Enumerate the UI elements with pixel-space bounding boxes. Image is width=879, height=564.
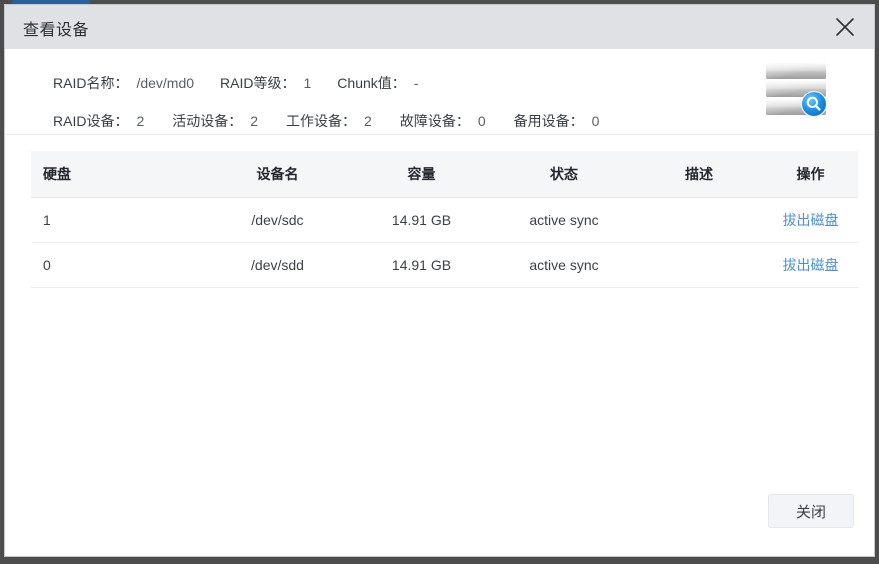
column-header-capacity[interactable]: 容量 — [350, 151, 493, 198]
info-active-devices-label: 活动设备： — [172, 111, 242, 131]
dialog-title: 查看设备 — [23, 16, 89, 40]
pull-disk-link[interactable]: 拔出磁盘 — [783, 257, 839, 273]
info-raid-level: RAID等级： 1 — [220, 73, 311, 93]
column-header-action[interactable]: 操作 — [763, 151, 858, 198]
info-working-devices: 工作设备： 2 — [286, 111, 372, 131]
cell-capacity: 14.91 GB — [350, 198, 493, 243]
info-chunk-size-label: Chunk值： — [337, 73, 405, 93]
cell-action: 拔出磁盘 — [763, 243, 858, 288]
info-failed-devices-label: 故障设备： — [400, 111, 470, 131]
close-dialog-button[interactable]: 关闭 — [768, 494, 854, 528]
info-raid-name-value: /dev/md0 — [136, 75, 194, 91]
info-chunk-size: Chunk值： - — [337, 73, 418, 93]
raid-info-row-counts: RAID设备： 2 活动设备： 2 工作设备： 2 故障设备： 0 备用设备： — [53, 111, 599, 131]
device-table-head: 硬盘 设备名 容量 状态 描述 操作 — [31, 151, 858, 198]
disk-stack-search-icon — [764, 62, 832, 122]
info-spare-devices-label: 备用设备： — [514, 111, 584, 131]
info-failed-devices: 故障设备： 0 — [400, 111, 486, 131]
raid-info-panel: RAID名称： /dev/md0 RAID等级： 1 Chunk值： - RAI… — [5, 49, 874, 135]
info-spare-devices-value: 0 — [592, 113, 600, 129]
column-header-device-name[interactable]: 设备名 — [205, 151, 350, 198]
device-table: 硬盘 设备名 容量 状态 描述 操作 1 /dev/sdc 14.91 GB a… — [31, 151, 858, 288]
info-chunk-size-value: - — [414, 75, 419, 91]
column-header-status[interactable]: 状态 — [493, 151, 635, 198]
pull-disk-link[interactable]: 拔出磁盘 — [783, 212, 839, 228]
cell-action: 拔出磁盘 — [763, 198, 858, 243]
raid-info-row-primary: RAID名称： /dev/md0 RAID等级： 1 Chunk值： - — [53, 73, 418, 93]
cell-description — [635, 198, 763, 243]
info-raid-name-label: RAID名称： — [53, 73, 128, 93]
cell-description — [635, 243, 763, 288]
table-row[interactable]: 0 /dev/sdd 14.91 GB active sync 拔出磁盘 — [31, 243, 858, 288]
browser-window-frame: 查看设备 RAID名称： /dev/md0 RAID等级： 1 — [0, 0, 879, 564]
cell-device-name: /dev/sdd — [205, 243, 350, 288]
info-raid-level-label: RAID等级： — [220, 73, 295, 93]
info-active-devices: 活动设备： 2 — [172, 111, 258, 131]
info-raid-name: RAID名称： /dev/md0 — [53, 73, 194, 93]
column-header-description[interactable]: 描述 — [635, 151, 763, 198]
device-table-body: 1 /dev/sdc 14.91 GB active sync 拔出磁盘 0 /… — [31, 198, 858, 288]
cell-device-name: /dev/sdc — [205, 198, 350, 243]
cell-capacity: 14.91 GB — [350, 243, 493, 288]
cell-status: active sync — [493, 243, 635, 288]
info-active-devices-value: 2 — [250, 113, 258, 129]
info-working-devices-value: 2 — [364, 113, 372, 129]
info-spare-devices: 备用设备： 0 — [514, 111, 600, 131]
cell-disk: 1 — [31, 198, 205, 243]
info-failed-devices-value: 0 — [478, 113, 486, 129]
cell-status: active sync — [493, 198, 635, 243]
column-header-disk[interactable]: 硬盘 — [31, 151, 205, 198]
info-raid-devices: RAID设备： 2 — [53, 111, 144, 131]
info-raid-devices-value: 2 — [136, 113, 144, 129]
close-icon — [834, 16, 856, 38]
info-raid-devices-label: RAID设备： — [53, 111, 128, 131]
table-row[interactable]: 1 /dev/sdc 14.91 GB active sync 拔出磁盘 — [31, 198, 858, 243]
close-button[interactable] — [828, 11, 862, 43]
cell-disk: 0 — [31, 243, 205, 288]
dialog-title-bar: 查看设备 — [5, 5, 874, 49]
table-header-row: 硬盘 设备名 容量 状态 描述 操作 — [31, 151, 858, 198]
info-raid-level-value: 1 — [304, 75, 312, 91]
info-working-devices-label: 工作设备： — [286, 111, 356, 131]
view-device-dialog: 查看设备 RAID名称： /dev/md0 RAID等级： 1 — [4, 4, 875, 557]
